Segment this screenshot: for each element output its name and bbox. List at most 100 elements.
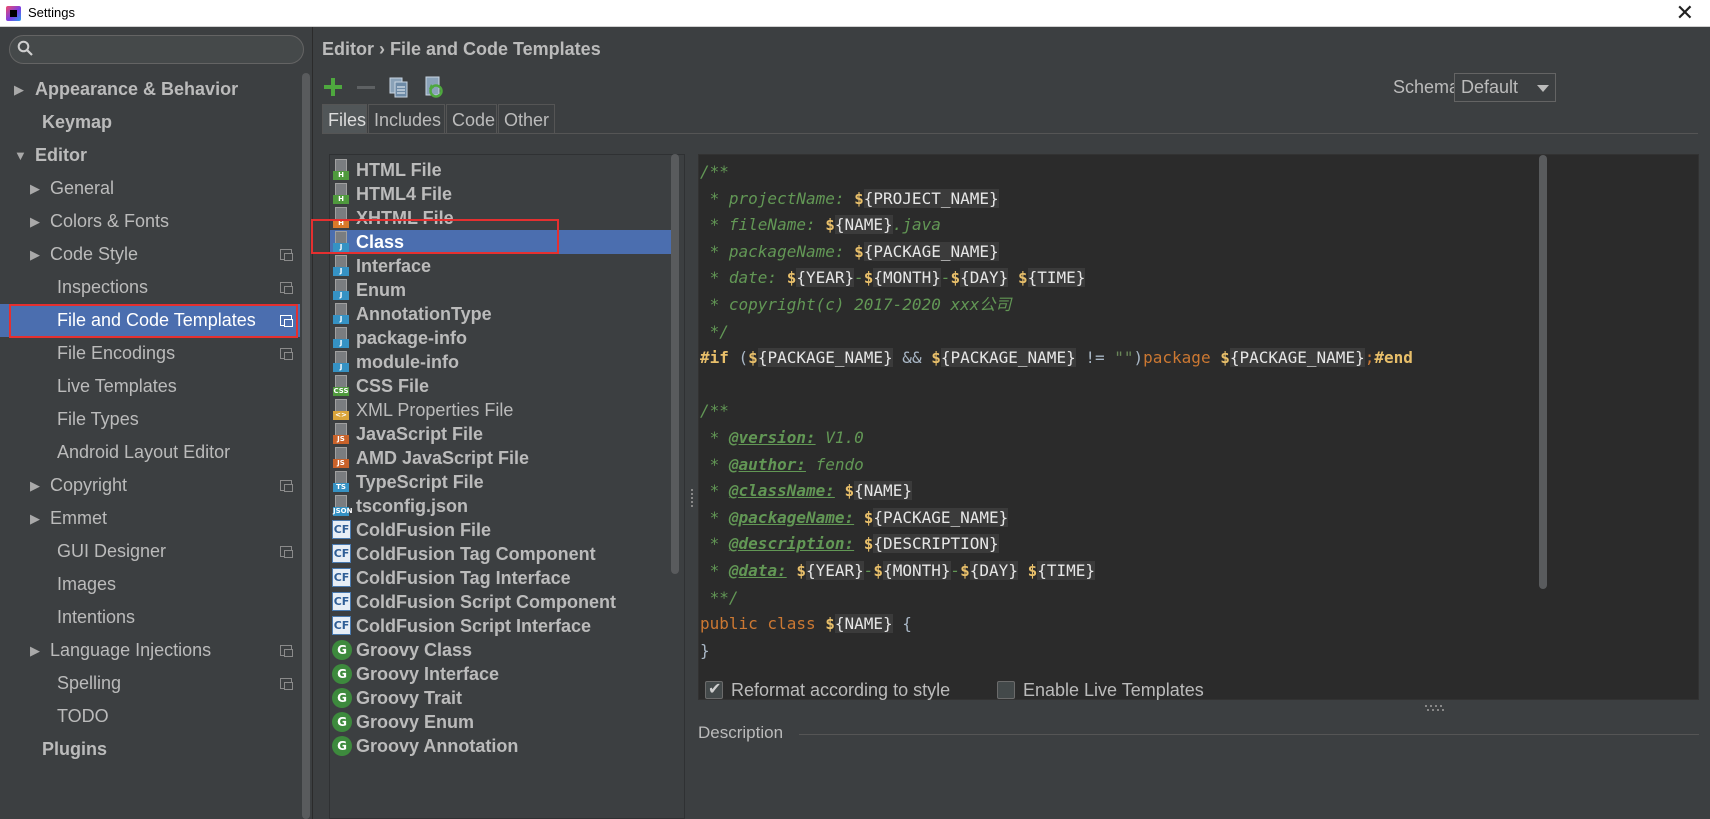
template-item[interactable]: CF ColdFusion Script Interface	[330, 614, 672, 638]
template-item[interactable]: CF ColdFusion Script Component	[330, 590, 672, 614]
sidebar-item-emmet[interactable]: ▶ Emmet	[0, 502, 300, 535]
template-item[interactable]: G Groovy Trait	[330, 686, 672, 710]
code-token: {DESCRIPTION}	[873, 534, 999, 554]
file-type-badge: H	[333, 171, 349, 180]
template-item[interactable]: H HTML4 File	[330, 182, 672, 206]
editor-scrollbar[interactable]	[1537, 155, 1549, 589]
sidebar-item-keymap[interactable]: Keymap	[0, 106, 300, 139]
tab-files[interactable]: Files	[322, 104, 367, 134]
template-item[interactable]: CF ColdFusion File	[330, 518, 672, 542]
tab-includes[interactable]: Includes	[368, 104, 445, 134]
close-icon[interactable]: ✕	[1676, 0, 1694, 27]
sidebar-item-file-types[interactable]: File Types	[0, 403, 300, 436]
sidebar-item-language-injections[interactable]: ▶ Language Injections	[0, 634, 300, 667]
template-name: module-info	[356, 352, 459, 372]
sidebar-item-spelling[interactable]: Spelling	[0, 667, 300, 700]
template-item[interactable]: J Interface	[330, 254, 672, 278]
code-line: */	[700, 319, 729, 345]
sidebar-item-inspections[interactable]: Inspections	[0, 271, 300, 304]
resize-grip[interactable]	[1425, 705, 1449, 713]
sidebar-item-general[interactable]: ▶ General	[0, 172, 300, 205]
sidebar-item-copyright[interactable]: ▶ Copyright	[0, 469, 300, 502]
code-token: V1.0	[815, 428, 864, 447]
template-item[interactable]: CF ColdFusion Tag Component	[330, 542, 672, 566]
sidebar-item-gui-designer[interactable]: GUI Designer	[0, 535, 300, 568]
template-name: AnnotationType	[356, 304, 492, 324]
template-list-scrollbar-thumb[interactable]	[671, 154, 679, 574]
sidebar-item-file-and-code-templates[interactable]: File and Code Templates	[0, 304, 300, 337]
template-item[interactable]: H HTML File	[330, 158, 672, 182]
template-name: ColdFusion File	[356, 520, 491, 540]
live-templates-checkbox-box[interactable]	[997, 681, 1015, 699]
tab-code[interactable]: Code	[446, 104, 497, 134]
project-scope-icon	[280, 282, 293, 294]
window-title: Settings	[28, 5, 75, 20]
sidebar-item-label: Editor	[35, 145, 87, 165]
collapsed-arrow-icon[interactable]: ▶	[30, 172, 40, 205]
code-line: /**	[700, 159, 729, 185]
sidebar-scrollbar[interactable]	[300, 73, 312, 819]
schema-dropdown[interactable]: Default	[1454, 73, 1556, 102]
sidebar-item-code-style[interactable]: ▶ Code Style	[0, 238, 300, 271]
splitter-handle[interactable]	[689, 487, 695, 511]
template-list-scrollbar[interactable]	[669, 154, 681, 574]
project-scope-icon	[280, 546, 293, 558]
sidebar-scrollbar-thumb[interactable]	[302, 73, 310, 819]
sidebar-item-android-layout-editor[interactable]: Android Layout Editor	[0, 436, 300, 469]
project-scope-icon	[280, 645, 293, 657]
template-name: Enum	[356, 280, 407, 300]
sidebar-item-label: Appearance & Behavior	[35, 79, 239, 99]
live-templates-label: Enable Live Templates	[1023, 680, 1204, 700]
file-type-badge: J	[333, 363, 349, 372]
sidebar-item-label: Live Templates	[57, 376, 177, 396]
template-item[interactable]: CF ColdFusion Tag Interface	[330, 566, 672, 590]
collapsed-arrow-icon[interactable]: ▶	[30, 469, 40, 502]
file-type-badge: J	[333, 339, 349, 348]
sidebar-item-live-templates[interactable]: Live Templates	[0, 370, 300, 403]
template-item[interactable]: H XHTML File	[330, 206, 672, 230]
template-item[interactable]: G Groovy Class	[330, 638, 672, 662]
reset-icon[interactable]	[422, 75, 446, 99]
template-item[interactable]: J AnnotationType	[330, 302, 672, 326]
template-item[interactable]: J Enum	[330, 278, 672, 302]
sidebar-item-intentions[interactable]: Intentions	[0, 601, 300, 634]
tab-other[interactable]: Other	[498, 104, 555, 134]
template-item[interactable]: G Groovy Enum	[330, 710, 672, 734]
sidebar-item-appearance-behavior[interactable]: ▶ Appearance & Behavior	[0, 73, 300, 106]
collapsed-arrow-icon[interactable]: ▶	[30, 205, 40, 238]
code-line: * @data: ${YEAR}-${MONTH}-${DAY} ${TIME}	[700, 558, 1096, 584]
reformat-checkbox-box[interactable]: ✔	[705, 679, 723, 699]
copy-icon[interactable]	[387, 75, 411, 99]
code-token: $	[1220, 348, 1230, 368]
collapsed-arrow-icon[interactable]: ▶	[14, 73, 24, 106]
file-type-icon: H	[333, 207, 349, 229]
expanded-arrow-icon[interactable]: ▼	[14, 139, 27, 172]
template-item[interactable]: J Class	[330, 230, 672, 254]
plus-icon[interactable]	[321, 75, 345, 99]
code-token: $	[1017, 268, 1028, 288]
template-item[interactable]: JS JavaScript File	[330, 422, 672, 446]
template-item[interactable]: Jpackage-info	[330, 326, 672, 350]
collapsed-arrow-icon[interactable]: ▶	[30, 634, 40, 667]
code-token: )	[1133, 348, 1144, 368]
template-item[interactable]: CSS CSS File	[330, 374, 672, 398]
sidebar-item-plugins[interactable]: Plugins	[0, 733, 300, 766]
template-item[interactable]: <> XML Properties File	[330, 398, 672, 422]
sidebar-item-file-encodings[interactable]: File Encodings	[0, 337, 300, 370]
template-item[interactable]: JSON tsconfig.json	[330, 494, 672, 518]
collapsed-arrow-icon[interactable]: ▶	[30, 238, 40, 271]
editor-scrollbar-thumb[interactable]	[1539, 155, 1547, 589]
settings-search-input[interactable]	[9, 35, 304, 64]
template-item[interactable]: G Groovy Interface	[330, 662, 672, 686]
template-item[interactable]: JS AMD JavaScript File	[330, 446, 672, 470]
sidebar-item-todo[interactable]: TODO	[0, 700, 300, 733]
template-item[interactable]: Jmodule-info	[330, 350, 672, 374]
sidebar-item-colors-fonts[interactable]: ▶ Colors & Fonts	[0, 205, 300, 238]
sidebar-item-editor[interactable]: ▼ Editor	[0, 139, 300, 172]
minus-icon[interactable]	[354, 75, 378, 99]
settings-sidebar: ▶ Appearance & Behavior Keymap ▼ Editor ▶ Gene…	[0, 27, 313, 819]
sidebar-item-images[interactable]: Images	[0, 568, 300, 601]
template-item[interactable]: TS TypeScript File	[330, 470, 672, 494]
template-item[interactable]: G Groovy Annotation	[330, 734, 672, 758]
collapsed-arrow-icon[interactable]: ▶	[30, 502, 40, 535]
